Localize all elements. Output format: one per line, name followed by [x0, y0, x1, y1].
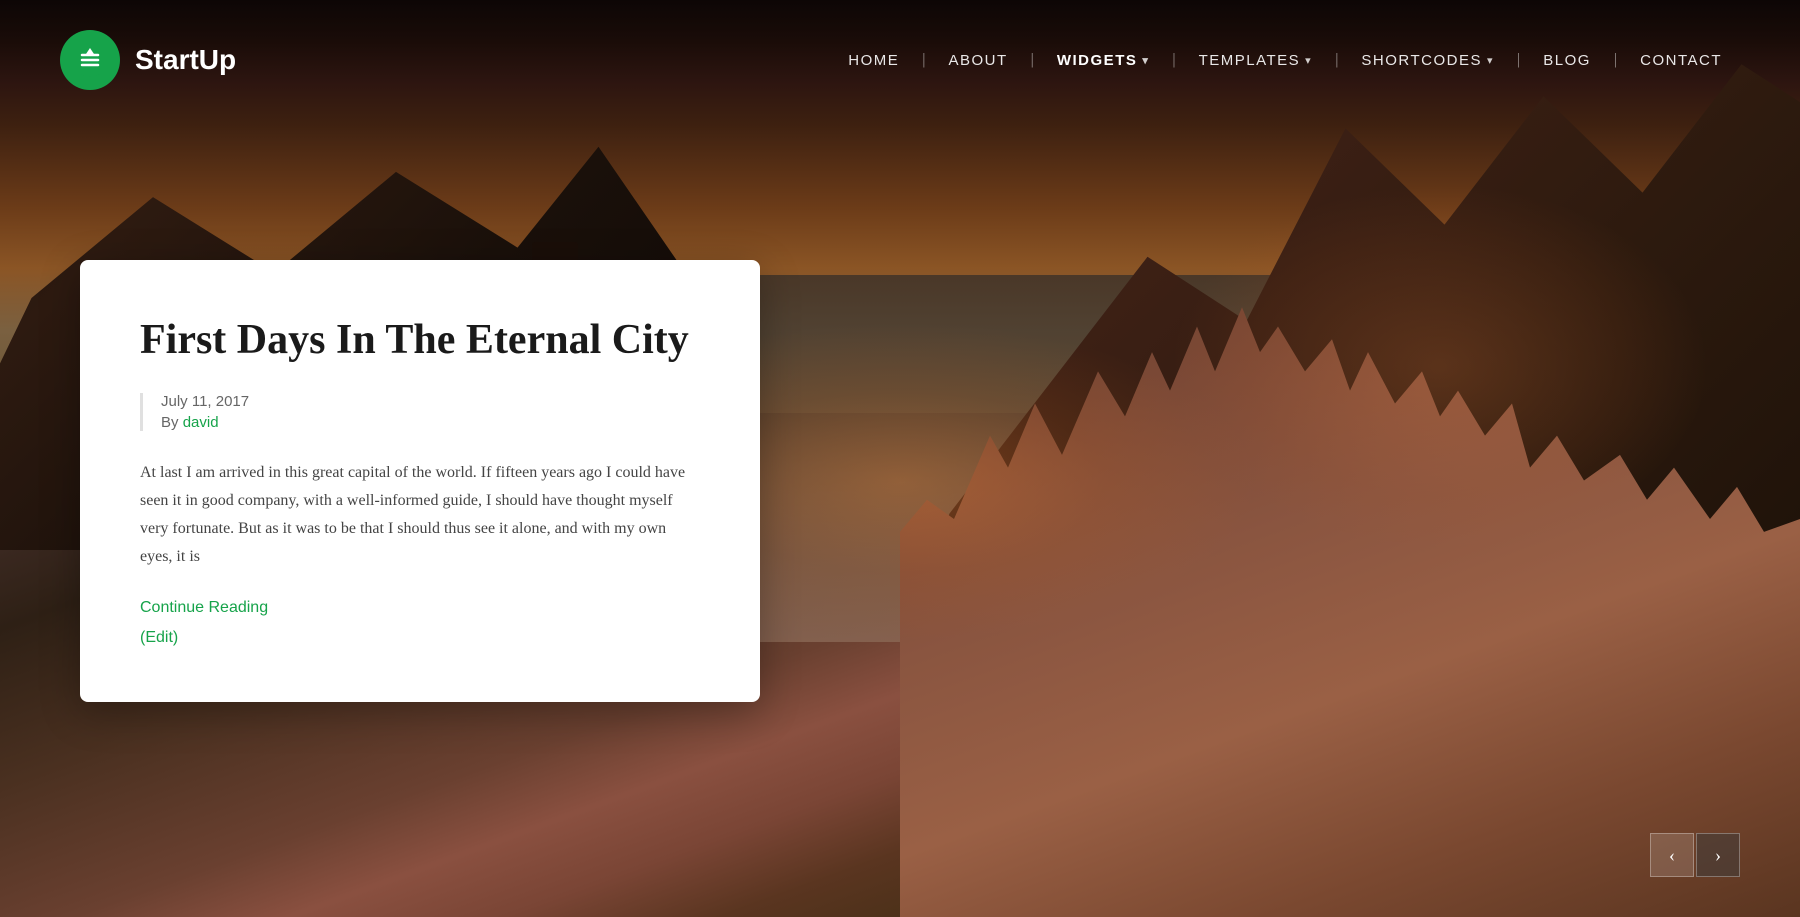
nav-item-shortcodes[interactable]: SHORTCODES	[1330, 44, 1512, 77]
prev-icon: ‹	[1669, 845, 1675, 866]
slider-prev-button[interactable]: ‹	[1650, 833, 1694, 877]
nav-link-blog[interactable]: BLOG	[1525, 44, 1609, 77]
nav-link-contact[interactable]: CONTACT	[1622, 44, 1740, 77]
blog-meta: July 11, 2017 By david	[140, 393, 700, 431]
nav-link-about[interactable]: ABOUT	[930, 44, 1025, 77]
nav-item-contact[interactable]: CONTACT	[1609, 44, 1740, 77]
blog-excerpt: At last I am arrived in this great capit…	[140, 459, 700, 571]
logo-text: StartUp	[135, 44, 236, 76]
blog-date: July 11, 2017	[161, 393, 700, 410]
nav-link-widgets[interactable]: WIDGETS	[1039, 44, 1168, 77]
edit-link[interactable]: (Edit)	[140, 629, 700, 647]
logo-icon	[60, 30, 120, 90]
continue-reading-link[interactable]: Continue Reading	[140, 599, 700, 617]
blog-card: First Days In The Eternal City July 11, …	[80, 260, 760, 702]
blog-title: First Days In The Eternal City	[140, 315, 700, 365]
next-icon: ›	[1715, 845, 1721, 866]
nav-item-templates[interactable]: TEMPLATES	[1167, 44, 1330, 77]
logo-svg	[72, 42, 108, 78]
nav-link-templates[interactable]: TEMPLATES	[1181, 44, 1331, 77]
slider-next-button[interactable]: ›	[1696, 833, 1740, 877]
nav-item-about[interactable]: ABOUT	[917, 44, 1025, 77]
navbar: StartUp HOME ABOUT WIDGETS TEMPLATES SHO…	[0, 0, 1800, 120]
nav-item-widgets[interactable]: WIDGETS	[1026, 44, 1168, 77]
blog-author-line: By david	[161, 414, 700, 431]
nav-item-home[interactable]: HOME	[830, 44, 917, 77]
logo-area: StartUp	[60, 30, 236, 90]
blog-author-link[interactable]: david	[183, 414, 219, 431]
nav-links: HOME ABOUT WIDGETS TEMPLATES SHORTCODES …	[830, 44, 1740, 77]
glow-right	[1170, 183, 1710, 550]
nav-link-shortcodes[interactable]: SHORTCODES	[1343, 44, 1512, 77]
nav-link-home[interactable]: HOME	[830, 44, 917, 77]
blog-author-prefix: By	[161, 414, 183, 431]
slider-arrows: ‹ ›	[1650, 833, 1740, 877]
nav-item-blog[interactable]: BLOG	[1512, 44, 1609, 77]
